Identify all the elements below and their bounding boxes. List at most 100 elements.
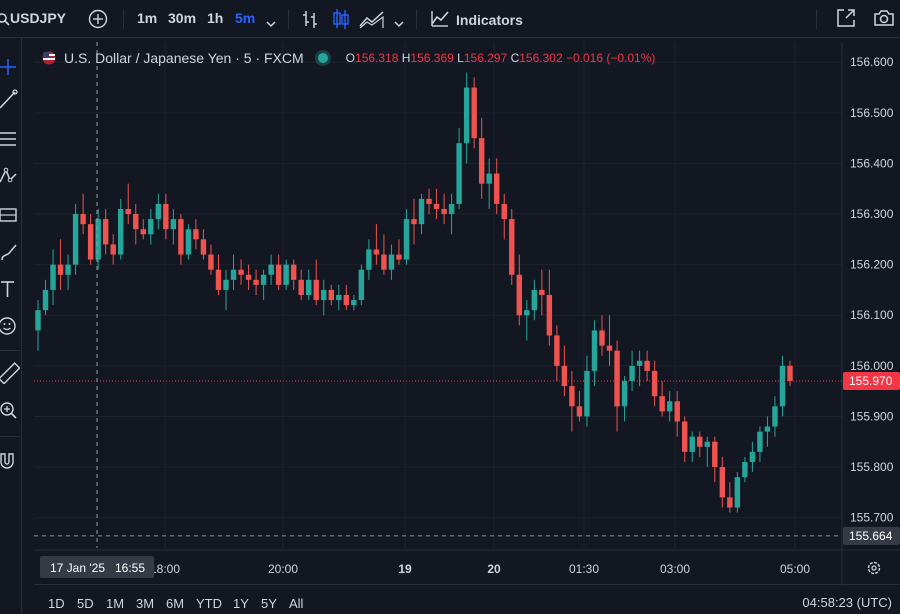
candle-body: [448, 203, 455, 215]
range-1y[interactable]: 1Y: [233, 596, 249, 611]
range-1d[interactable]: 1D: [48, 596, 65, 611]
candle-body: [35, 310, 41, 331]
candle-body: [403, 219, 410, 260]
candle-body: [306, 279, 312, 295]
candle-body: [230, 269, 237, 280]
candle-body: [381, 254, 387, 270]
candle-body: [494, 173, 500, 204]
candle-body: [546, 295, 553, 336]
candle-body: [260, 274, 267, 285]
candle-body: [72, 214, 79, 265]
price-tick: 156.400: [850, 156, 894, 170]
range-5y[interactable]: 5Y: [261, 596, 277, 611]
candle-body: [772, 406, 778, 427]
price-tick: 155.800: [850, 460, 894, 474]
candle-body: [561, 365, 568, 387]
flag-icon: [42, 51, 56, 65]
candle-body: [614, 350, 620, 407]
candle-body: [689, 436, 695, 452]
candle-body: [426, 198, 432, 204]
candle-body: [674, 401, 680, 422]
candle-body: [358, 269, 365, 301]
candle-body: [779, 365, 786, 407]
range-6m[interactable]: 6M: [166, 596, 184, 611]
candle-body: [178, 219, 184, 255]
candle-body: [170, 219, 177, 230]
candle-body: [253, 279, 259, 285]
price-tick: 156.600: [850, 55, 894, 69]
candle-body: [734, 477, 741, 508]
price-tick: 156.000: [850, 359, 894, 373]
candle-body: [396, 254, 402, 260]
candle-body: [208, 254, 214, 270]
candle-body: [486, 173, 492, 184]
time-tick: 20: [487, 562, 501, 576]
clock[interactable]: 04:58:23 (UTC): [802, 595, 892, 610]
candle-body: [554, 335, 560, 366]
ohlc-values: O156.318 H156.369 L156.297 C156.302 −0.0…: [345, 51, 656, 65]
candle-body: [599, 330, 605, 346]
candle-body: [155, 203, 162, 220]
candle-body: [215, 269, 222, 290]
candle-body: [140, 229, 146, 235]
candle-body: [591, 330, 598, 371]
price-tick: 156.200: [850, 258, 894, 272]
candle-body: [268, 264, 274, 275]
candle-body: [336, 295, 342, 301]
instrument-title[interactable]: U.S. Dollar / Japanese Yen · 5 · FXCM: [64, 50, 304, 66]
candle-body: [328, 289, 334, 301]
settings-gear-icon[interactable]: [866, 560, 882, 581]
candle-body: [636, 360, 643, 366]
candle-body: [283, 264, 289, 285]
candle-body: [200, 239, 207, 255]
candle-body: [727, 497, 733, 508]
candle-body: [629, 365, 635, 382]
range-5d[interactable]: 5D: [77, 596, 94, 611]
time-tick: 18:00: [150, 562, 180, 576]
candle-body: [238, 269, 244, 275]
candle-body: [509, 219, 515, 275]
candles-layer: [35, 72, 793, 513]
candle-body: [621, 381, 628, 407]
candle-body: [569, 386, 575, 407]
candle-body: [343, 295, 350, 306]
candle-body: [606, 345, 613, 351]
candle-body: [373, 249, 380, 255]
candle-body: [576, 406, 583, 417]
range-all[interactable]: All: [289, 596, 303, 611]
candle-body: [50, 264, 56, 290]
candle-body: [351, 300, 357, 306]
candle-body: [644, 360, 650, 371]
time-tick: 19: [398, 562, 412, 576]
candle-body: [275, 264, 282, 285]
price-tick: 156.300: [850, 207, 894, 221]
candle-body: [471, 87, 477, 139]
candle-body: [118, 208, 124, 255]
candle-body: [185, 229, 192, 255]
candle-body: [102, 219, 109, 245]
candle-body: [456, 143, 462, 204]
candle-body: [704, 441, 710, 447]
candle-body: [666, 401, 673, 412]
range-ytd[interactable]: YTD: [196, 596, 222, 611]
range-1m[interactable]: 1M: [106, 596, 124, 611]
candle-body: [321, 289, 327, 301]
candle-body: [501, 203, 507, 220]
candle-body: [712, 441, 718, 468]
price-tick: 156.100: [850, 308, 894, 322]
candle-body: [298, 279, 304, 295]
candle-body: [366, 249, 372, 270]
candle-body: [719, 467, 726, 498]
candle-body: [531, 289, 538, 311]
candle-body: [463, 87, 470, 144]
candle-body: [584, 370, 590, 417]
candle-body: [65, 264, 71, 275]
price-chart[interactable]: 156.600 156.500 156.400 156.300 156.200 156.1…: [0, 0, 900, 614]
candle-body: [516, 274, 522, 316]
price-tick: 155.900: [850, 409, 894, 423]
candle-body: [411, 219, 417, 225]
chart-legend: U.S. Dollar / Japanese Yen · 5 · FXCM O1…: [42, 50, 655, 66]
range-3m[interactable]: 3M: [136, 596, 154, 611]
market-status-icon: [317, 53, 328, 63]
candle-body: [764, 426, 771, 432]
